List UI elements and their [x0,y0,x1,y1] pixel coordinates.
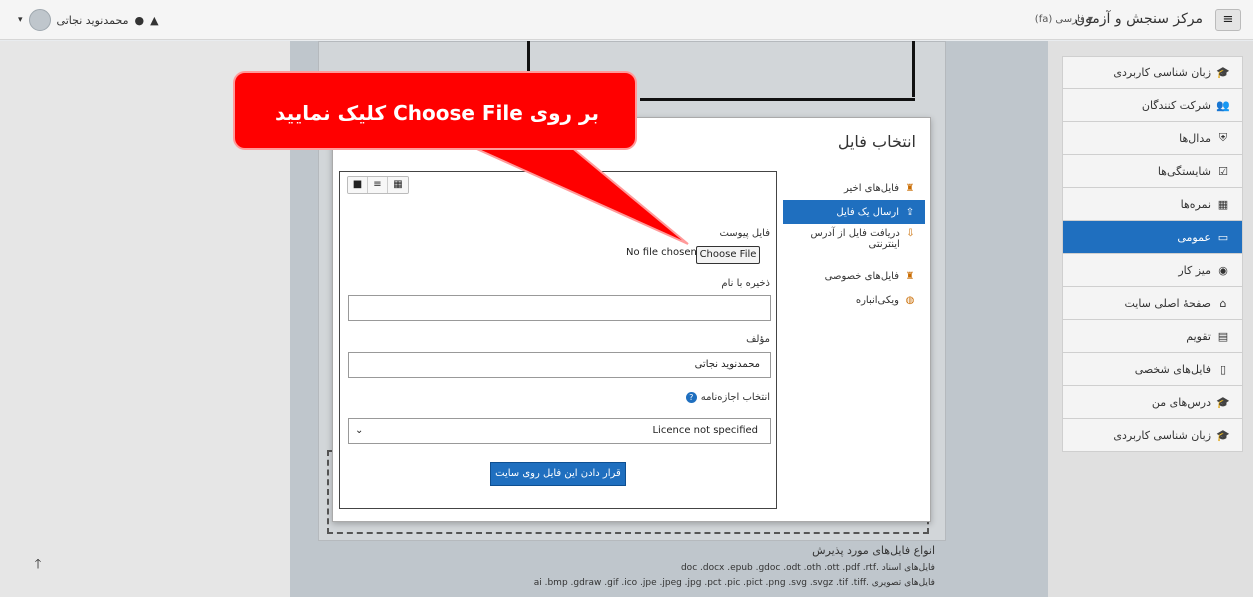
folder-view-icon[interactable]: ■ [348,177,368,193]
instruction-callout: بر روی Choose File کلیک نمایید [233,71,637,150]
repo-label: فایل‌های خصوصی [824,270,899,282]
repo-label: ویکی‌انباره [855,294,899,306]
drawer-item-my-courses[interactable]: 🎓 درس‌های من [1062,386,1243,419]
document-preview-line [912,41,915,97]
drawer-item-label: شایستگی‌ها [1157,164,1211,178]
users-icon: 👥 [1216,98,1230,112]
accepted-types-title: انواع فایل‌های مورد پذیرش [812,544,935,557]
upload-icon: ⇪ [905,206,915,218]
file-icon: ▯ [1219,362,1227,376]
repository-list: ♜ فایل‌های اخیر ⇪ ارسال یک فایل ⇩ دریافت فا… [783,176,925,312]
caret-down-icon: ▾ [1084,14,1093,25]
repo-recent-files[interactable]: ♜ فایل‌های اخیر [783,176,925,200]
drawer-item-label: شرکت کنندگان [1141,98,1211,112]
callout-text: بر روی Choose File کلیک نمایید [275,100,599,125]
drawer-item-grades[interactable]: ▦ نمره‌ها [1062,188,1243,221]
url-download-icon: ⇩ [906,228,915,239]
graduation-cap-icon: 🎓 [1216,395,1230,409]
license-label: انتخاب اجازه‌نامه [700,392,770,403]
drawer-item-label: زبان شناسی کاربردی [1113,428,1211,442]
drawer-item-course[interactable]: 🎓 زبان شناسی کاربردی [1062,56,1243,89]
drawer-item-calendar[interactable]: ▤ تقویم [1062,320,1243,353]
language-label: فارسی (fa) [1034,14,1085,25]
bell-icon[interactable]: ▲ [150,14,158,27]
graduation-cap-icon: 🎓 [1216,66,1230,79]
license-label-row: انتخاب اجازه‌نامه? [685,392,770,403]
site-title[interactable]: مرکز سنجش و آزمون [1075,11,1203,27]
calendar-icon: ▤ [1217,329,1229,343]
repo-label: دریافت فایل از آدرس اینترنتی [810,228,900,250]
home-icon: ⌂ [1219,296,1227,310]
license-selected: Licence not specified [652,425,758,436]
folder-icon: ▭ [1217,230,1229,244]
graduation-cap-icon: 🎓 [1216,428,1230,442]
avatar[interactable] [28,9,51,31]
repo-label: فایل‌های اخیر [843,182,899,194]
accepted-docs: فایل‌های اسناد .doc .docx .epub .gdoc .o… [680,563,935,573]
drawer-item-badges[interactable]: ⛨ مدال‌ها [1062,122,1243,155]
drawer-item-label: تقویم [1186,329,1211,343]
accepted-images: فایل‌های تصویری .ai .bmp .gdraw .gif .ic… [533,578,935,588]
chat-icon[interactable]: ● [134,14,144,27]
drawer-item-dashboard[interactable]: ◉ میز کار [1062,254,1243,287]
repo-private-files[interactable]: ♜ فایل‌های خصوصی [783,264,925,288]
private-files-icon: ♜ [905,270,915,282]
top-navbar: ≡ مرکز سنجش و آزمون ▾ فارسی (fa) ▾ محمدن… [0,0,1253,40]
help-icon[interactable]: ? [685,392,697,403]
recent-files-icon: ♜ [905,182,915,194]
table-icon: ▦ [1217,197,1229,211]
drawer-item-label: درس‌های من [1151,395,1211,409]
save-as-label: ذخیره با نام [721,278,770,289]
drawer-item-label: میز کار [1178,263,1211,277]
list-view-icon[interactable]: ≡ [368,177,388,193]
author-input[interactable]: محمدنوید نجاتی [348,352,771,378]
checkbox-icon: ☑ [1218,164,1228,178]
user-name[interactable]: محمدنوید نجاتی [57,14,129,27]
document-preview-line [640,98,915,101]
drawer-item-label: صفحهٔ اصلی سایت [1124,296,1211,310]
license-select[interactable]: ⌄ Licence not specified [348,418,771,444]
choose-file-button[interactable]: Choose File [696,246,760,264]
drawer-item-label: زبان شناسی کاربردی [1113,66,1211,79]
drawer-item-general[interactable]: ▭ عمومی [1062,221,1243,254]
repo-url-download[interactable]: ⇩ دریافت فایل از آدرس اینترنتی [783,224,925,264]
upload-pane: ■ ≡ ▦ فایل پیوست No file chosen Choose F… [339,171,777,509]
repo-label: ارسال یک فایل [836,206,899,218]
drawer-item-course-2[interactable]: 🎓 زبان شناسی کاربردی [1062,419,1243,452]
author-label: مؤلف [746,334,770,345]
dashboard-icon: ◉ [1218,263,1228,277]
drawer-item-private-files[interactable]: ▯ فایل‌های شخصی [1062,353,1243,386]
dialog-title: انتخاب فایل [837,132,916,151]
nav-drawer: 🎓 زبان شناسی کاربردی 👥 شرکت کنندگان ⛨ مدال‌… [1048,41,1253,597]
drawer-item-label: نمره‌ها [1180,197,1211,211]
drawer-item-home[interactable]: ⌂ صفحهٔ اصلی سایت [1062,287,1243,320]
drawer-item-label: عمومی [1177,230,1211,244]
repo-wikimedia[interactable]: ◍ ویکی‌انباره [783,288,925,312]
user-area: ▾ محمدنوید نجاتی ● ▲ [18,8,159,32]
menu-icon[interactable]: ≡ [1215,9,1241,31]
drawer-list: 🎓 زبان شناسی کاربردی 👥 شرکت کنندگان ⛨ مدال‌… [1062,56,1243,452]
repo-upload-file[interactable]: ⇪ ارسال یک فایل [783,200,925,224]
wikimedia-icon: ◍ [905,294,915,306]
drawer-item-participants[interactable]: 👥 شرکت کنندگان [1062,89,1243,122]
drawer-item-label: فایل‌های شخصی [1134,362,1211,376]
view-switcher: ■ ≡ ▦ [347,176,409,194]
caret-down-icon[interactable]: ▾ [18,15,23,25]
chevron-down-icon: ⌄ [355,425,364,436]
upload-file-button[interactable]: قرار دادن این فایل روی سایت [490,462,626,486]
save-as-input[interactable] [348,295,771,321]
grid-view-icon[interactable]: ▦ [388,177,408,193]
drawer-item-label: مدال‌ها [1179,131,1211,145]
shield-icon: ⛨ [1218,131,1228,144]
file-picker-dialog: انتخاب فایل ♜ فایل‌های اخیر ⇪ ارسال یک فای… [332,117,931,522]
arrow-up-icon[interactable]: 🡑 [26,553,50,577]
language-menu[interactable]: ▾ فارسی (fa) [1035,14,1093,25]
drawer-item-competencies[interactable]: ☑ شایستگی‌ها [1062,155,1243,188]
attachment-label: فایل پیوست [719,228,770,239]
no-file-text: No file chosen [626,247,697,258]
